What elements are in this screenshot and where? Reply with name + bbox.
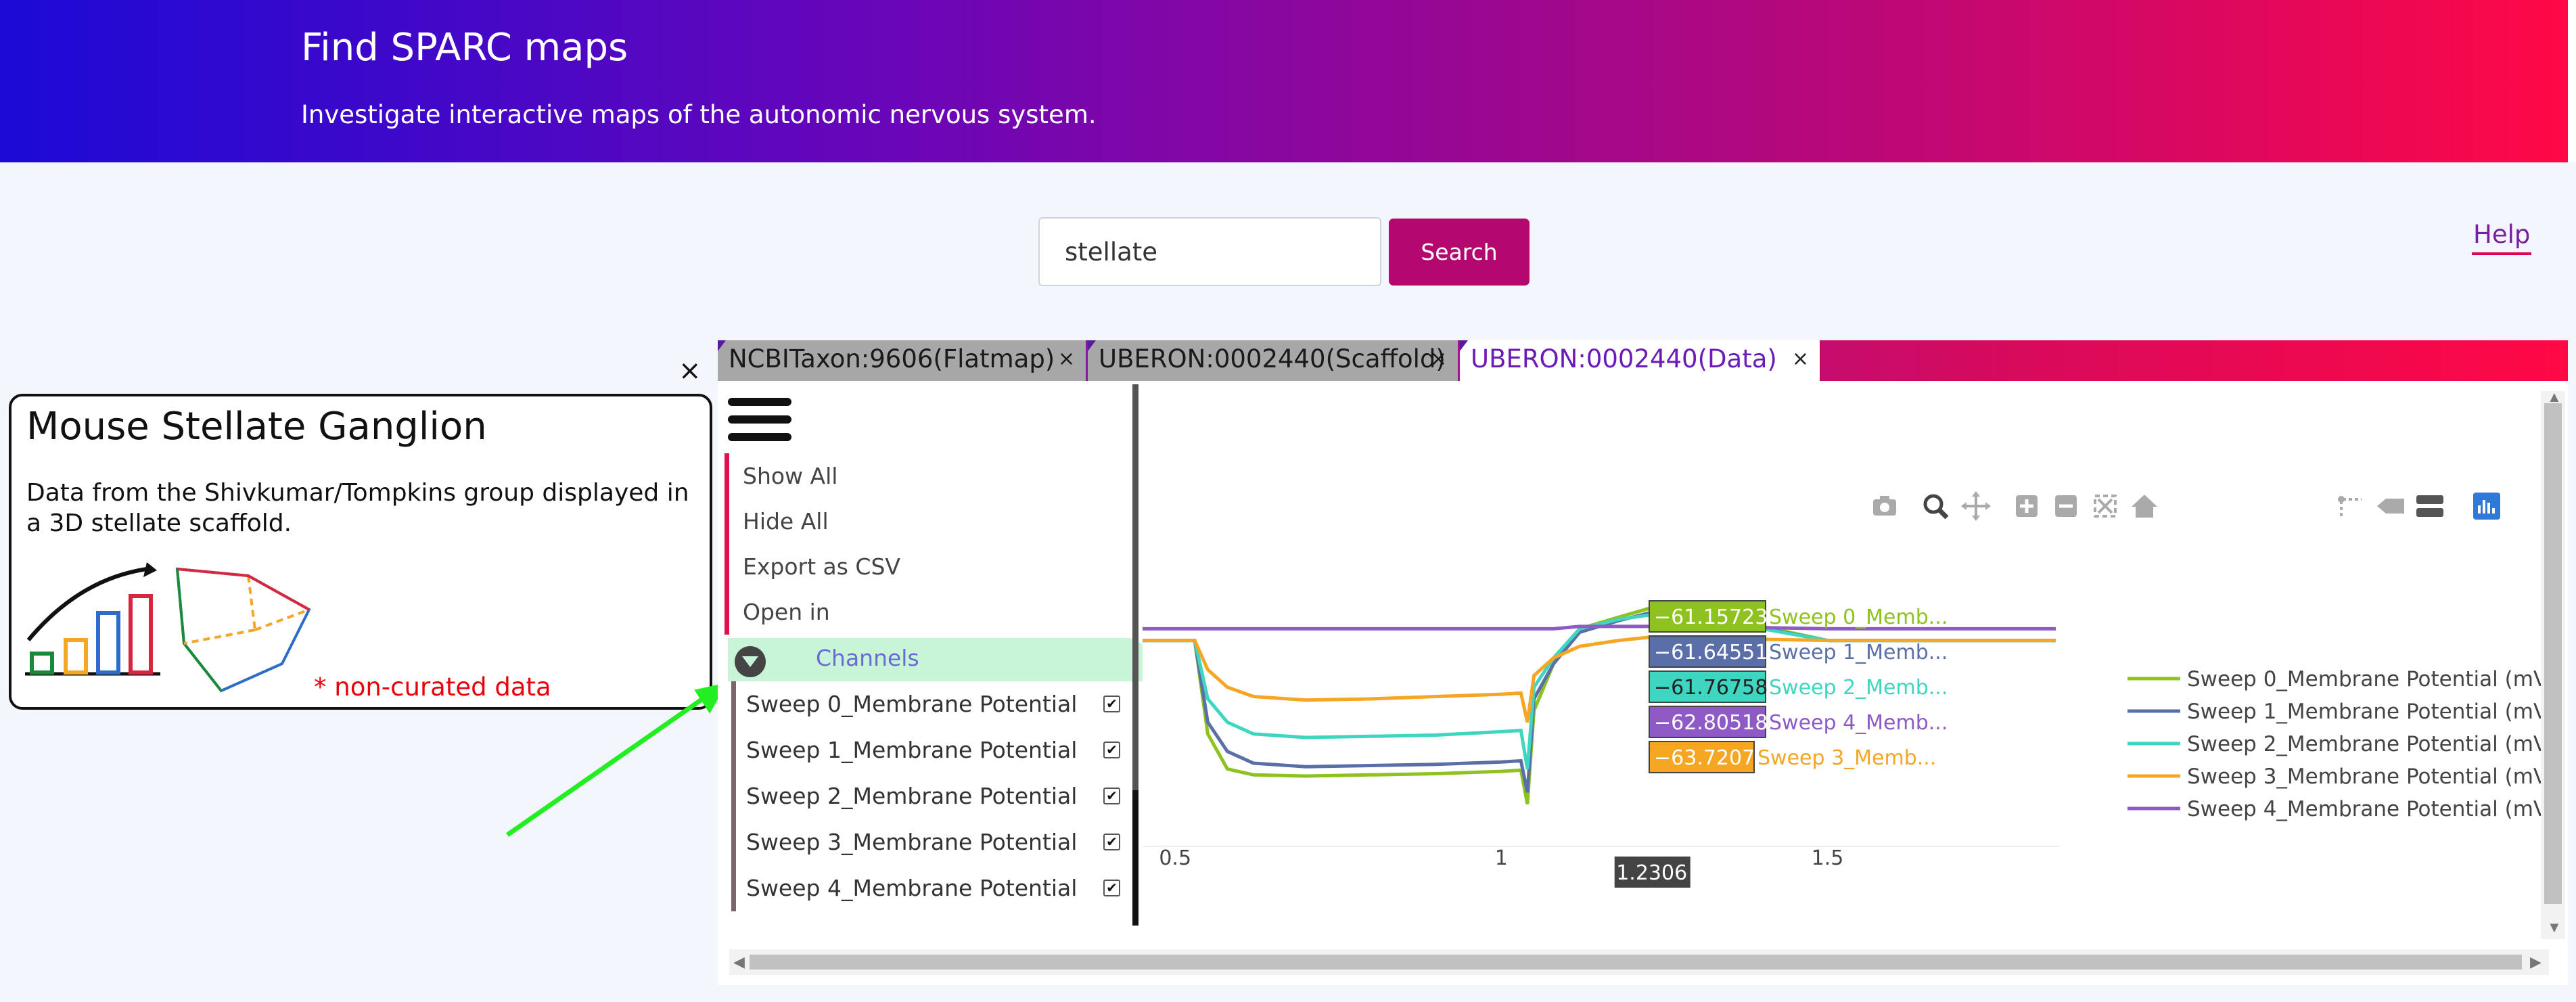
hover-labels: −61.15723 Sweep 0_Memb...−61.64551 Sweep 1… xyxy=(1649,600,1948,773)
channel-checkbox[interactable]: ✔ xyxy=(1103,696,1120,712)
help-underline xyxy=(2472,252,2531,255)
legend-entry: Sweep 1_Membrane Potential (mV) xyxy=(2187,700,2556,724)
close-icon[interactable]: × xyxy=(1792,340,1809,378)
channel-item: Sweep 2_Membrane Potential ✔ xyxy=(736,773,1151,819)
vertical-scroll-thumb[interactable] xyxy=(2544,403,2562,904)
scroll-left-icon[interactable]: ◀ xyxy=(733,953,745,971)
hover-series-label: Sweep 0_Memb... xyxy=(1769,606,1948,629)
hover-value: −62.80518 xyxy=(1654,711,1768,735)
help-link[interactable]: Help xyxy=(2473,220,2530,249)
vertical-scrollbar[interactable]: ▲ ▼ xyxy=(2541,388,2565,939)
tab-notch xyxy=(1460,340,1468,351)
hover-compare-icon[interactable] xyxy=(2413,489,2447,523)
plot-legend[interactable]: Sweep 0_Membrane Potential (mV) Sweep 1_M… xyxy=(2128,667,2556,821)
options-menu: Show All Hide All Export as CSV Open in xyxy=(724,453,1130,635)
hover-value: −63.7207 xyxy=(1654,746,1755,770)
plot-modebar-right xyxy=(2331,489,2534,523)
header-edge xyxy=(2568,0,2576,162)
panel-divider-handle[interactable] xyxy=(1132,790,1138,926)
channels-label: Channels xyxy=(816,645,919,671)
scroll-right-icon[interactable]: ▶ xyxy=(2530,953,2542,971)
hover-series-label: Sweep 2_Memb... xyxy=(1769,676,1948,700)
zoom-in-icon[interactable] xyxy=(2010,489,2044,523)
horizontal-scrollbar[interactable]: ◀ ▶ xyxy=(729,949,2549,975)
card-description: Data from the Shivkumar/Tompkins group d… xyxy=(26,479,689,537)
info-card: Mouse Stellate Ganglion Data from the Sh… xyxy=(9,394,712,710)
legend-entry: Sweep 0_Membrane Potential (mV) xyxy=(2187,667,2556,691)
channel-checkbox[interactable]: ✔ xyxy=(1103,880,1120,896)
hover-series-label: Sweep 1_Memb... xyxy=(1769,641,1948,664)
x-tick-label: 1 xyxy=(1495,846,1508,870)
tab-scaffold[interactable]: UBERON:0002440(Scaffold) × xyxy=(1088,340,1458,381)
legend-entry: Sweep 3_Membrane Potential (mV) xyxy=(2187,765,2556,789)
tab-notch xyxy=(1088,340,1096,351)
channel-label: Sweep 2_Membrane Potential xyxy=(746,783,1078,809)
channel-item: Sweep 0_Membrane Potential ✔ xyxy=(736,681,1151,727)
search-input[interactable] xyxy=(1038,217,1381,286)
channel-item: Sweep 4_Membrane Potential ✔ xyxy=(736,865,1151,911)
tab-label: UBERON:0002440(Scaffold) xyxy=(1099,344,1446,373)
zoom-icon[interactable] xyxy=(1918,489,1952,523)
camera-icon[interactable] xyxy=(1868,489,1902,523)
tab-bar: NCBITaxon:9606(Flatmap) × UBERON:0002440… xyxy=(718,340,2568,381)
close-icon[interactable]: × xyxy=(1058,340,1075,378)
plot-modebar xyxy=(1873,489,2157,523)
channel-label: Sweep 4_Membrane Potential xyxy=(746,875,1078,901)
hover-value: −61.15723 xyxy=(1654,606,1768,629)
channel-checkbox[interactable]: ✔ xyxy=(1103,788,1120,804)
non-curated-note: * non-curated data xyxy=(314,673,551,702)
autoscale-icon[interactable] xyxy=(2088,489,2122,523)
search-button[interactable]: Search xyxy=(1389,219,1530,286)
zoom-out-icon[interactable] xyxy=(2049,489,2083,523)
scroll-down-icon[interactable]: ▼ xyxy=(2547,919,2562,936)
show-all-item[interactable]: Show All xyxy=(724,453,1130,499)
channel-label: Sweep 0_Membrane Potential xyxy=(746,691,1078,717)
pan-icon[interactable] xyxy=(1959,489,1993,523)
x-hover-label: 1.2306 xyxy=(1616,861,1687,885)
channel-item: Sweep 3_Membrane Potential ✔ xyxy=(736,819,1151,865)
open-in-item[interactable]: Open in xyxy=(724,589,1130,635)
membrane-potential-plot[interactable]: 0.5 1 1.51.2306 −61.15723 Sweep 0_Memb...−6… xyxy=(1138,381,2568,942)
legend-entry: Sweep 4_Membrane Potential (mV) xyxy=(2187,797,2556,821)
data-viewer-panel: Show All Hide All Export as CSV Open in … xyxy=(718,381,2568,985)
hover-closest-icon[interactable] xyxy=(2374,489,2408,523)
site-header: Find SPARC maps Investigate interactive … xyxy=(0,0,2576,162)
close-icon[interactable]: × xyxy=(1430,340,1447,378)
card-close-icon[interactable]: × xyxy=(678,355,702,386)
channel-item: Sweep 1_Membrane Potential ✔ xyxy=(736,727,1151,773)
tab-notch xyxy=(718,340,726,351)
hover-value: −61.64551 xyxy=(1654,641,1768,664)
tab-label: NCBITaxon:9606(Flatmap) xyxy=(729,344,1055,373)
channels-toggle[interactable]: Channels xyxy=(728,638,1147,681)
cube-illustration-icon xyxy=(175,567,311,693)
legend-entry: Sweep 2_Membrane Potential (mV) xyxy=(2187,732,2556,756)
hide-all-item[interactable]: Hide All xyxy=(724,499,1130,544)
hamburger-menu-icon[interactable] xyxy=(728,398,791,441)
collapse-triangle-icon[interactable] xyxy=(735,646,766,677)
bar-chart-illustration-icon xyxy=(25,562,160,676)
plotly-logo-icon[interactable] xyxy=(2470,489,2504,523)
reset-axes-icon[interactable] xyxy=(2128,489,2161,523)
channel-label: Sweep 3_Membrane Potential xyxy=(746,829,1078,855)
channel-checkbox[interactable]: ✔ xyxy=(1103,742,1120,758)
hover-series-label: Sweep 3_Memb... xyxy=(1757,746,1936,770)
x-tick-label: 1.5 xyxy=(1812,846,1844,870)
export-csv-item[interactable]: Export as CSV xyxy=(724,544,1130,589)
hover-value: −61.76758 xyxy=(1654,676,1768,700)
tab-data[interactable]: UBERON:0002440(Data) × xyxy=(1460,340,1820,381)
channel-checkbox[interactable]: ✔ xyxy=(1103,834,1120,850)
horizontal-scroll-thumb[interactable] xyxy=(750,955,2522,970)
hover-series-label: Sweep 4_Memb... xyxy=(1769,711,1948,735)
tab-flatmap[interactable]: NCBITaxon:9606(Flatmap) × xyxy=(718,340,1086,381)
channel-list: Sweep 0_Membrane Potential ✔ Sweep 1_Mem… xyxy=(731,681,1151,911)
card-title: Mouse Stellate Ganglion xyxy=(26,405,487,449)
tab-label: UBERON:0002440(Data) xyxy=(1471,344,1777,373)
spike-lines-icon[interactable] xyxy=(2334,489,2368,523)
page-title: Find SPARC maps xyxy=(301,26,628,70)
x-axis: 0.5 1 1.5 1.2306 xyxy=(1159,846,1843,888)
x-tick-label: 0.5 xyxy=(1159,846,1191,870)
page-subtitle: Investigate interactive maps of the auto… xyxy=(301,100,1097,129)
card-illustration xyxy=(25,562,311,693)
channel-label: Sweep 1_Membrane Potential xyxy=(746,737,1078,763)
